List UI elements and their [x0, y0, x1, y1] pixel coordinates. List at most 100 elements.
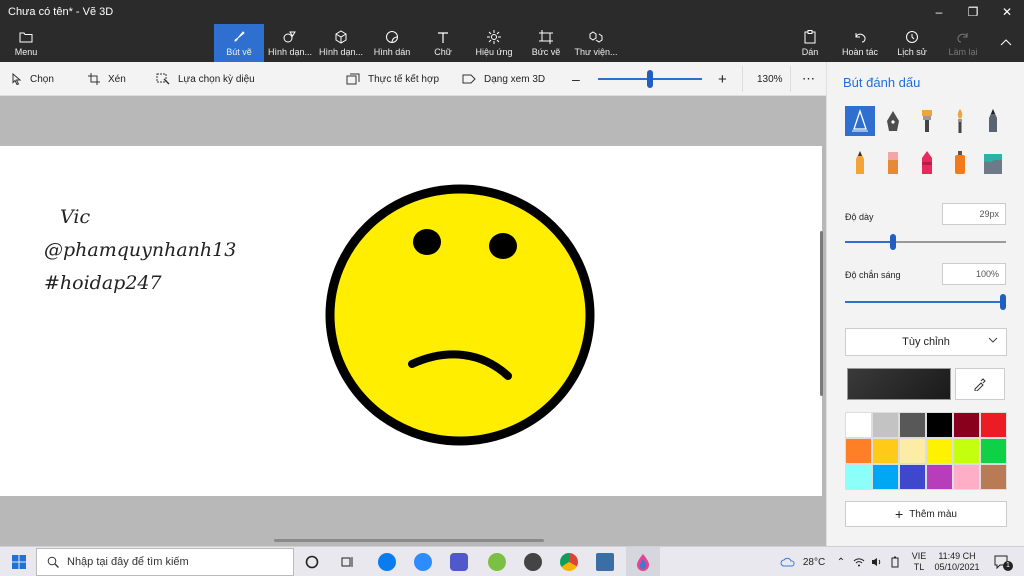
restore-button[interactable]: ❐ — [956, 0, 990, 24]
canvas-icon — [539, 29, 553, 45]
color-swatch[interactable] — [926, 438, 953, 464]
canvas-workspace[interactable]: Vic @phamquynhanh13 #hoidap247 — [0, 96, 826, 546]
tool-effects[interactable]: Hiệu ứng — [472, 24, 516, 62]
tool-label: Thư viện... — [574, 47, 618, 57]
opacity-input[interactable]: 100% — [942, 263, 1006, 285]
texture-dropdown[interactable]: Tùy chỉnh — [845, 328, 1007, 356]
thickness-input[interactable]: 29px — [942, 203, 1006, 225]
color-swatch[interactable] — [926, 464, 953, 490]
clock[interactable]: 11:49 CH 05/10/2021 — [932, 547, 982, 576]
color-swatch[interactable] — [845, 412, 872, 438]
view-3d-button[interactable]: Dạng xem 3D — [462, 62, 545, 96]
drawing-canvas[interactable]: Vic @phamquynhanh13 #hoidap247 — [0, 146, 822, 496]
crayon-brush[interactable] — [912, 148, 942, 178]
color-swatch[interactable] — [872, 412, 899, 438]
opacity-slider-thumb[interactable] — [1000, 294, 1006, 310]
color-swatch[interactable] — [899, 438, 926, 464]
spray-can-brush[interactable] — [945, 148, 975, 178]
battery-icon[interactable] — [888, 547, 902, 576]
add-color-button[interactable]: + Thêm màu — [845, 501, 1007, 527]
color-swatch[interactable] — [872, 438, 899, 464]
taskbar-app-emoji[interactable] — [522, 547, 544, 576]
more-options-button[interactable]: ⋯ — [802, 62, 815, 96]
tool-3d-library[interactable]: Thư viện... — [572, 24, 620, 62]
pixel-pen-brush[interactable] — [978, 106, 1008, 136]
start-button[interactable] — [8, 547, 30, 576]
tool-text[interactable]: Chữ — [424, 24, 462, 62]
taskbar-search[interactable]: Nhập tại đây để tìm kiếm — [36, 548, 294, 576]
close-button[interactable]: ✕ — [990, 0, 1024, 24]
tool-3d-shapes[interactable]: Hình dạn... — [316, 24, 366, 62]
menu-button[interactable]: Menu — [6, 24, 46, 62]
eyedropper-button[interactable] — [955, 368, 1005, 400]
vertical-scrollbar[interactable] — [820, 231, 823, 396]
pencil-brush[interactable] — [845, 148, 875, 178]
tool-stickers[interactable]: Hình dán — [370, 24, 414, 62]
history-button[interactable]: Lịch sử — [892, 24, 932, 62]
taskbar-app-zalo[interactable] — [376, 547, 398, 576]
color-swatch[interactable] — [926, 412, 953, 438]
undo-button[interactable]: Hoàn tác — [838, 24, 882, 62]
notification-center-button[interactable]: 1 — [990, 547, 1013, 576]
cortana-button[interactable] — [302, 547, 322, 576]
tool-2d-shapes[interactable]: Hình dạn... — [266, 24, 314, 62]
undo-label[interactable]: Hoàn tác — [842, 47, 878, 57]
volume-icon[interactable] — [870, 547, 884, 576]
color-swatch[interactable] — [980, 412, 1007, 438]
color-swatch[interactable] — [980, 438, 1007, 464]
thickness-slider-thumb[interactable] — [890, 234, 896, 250]
zoom-percent[interactable]: 130% — [757, 62, 783, 96]
zoom-out-button[interactable]: – — [572, 62, 580, 96]
taskbar-app-teams[interactable] — [448, 547, 470, 576]
fill-bucket-brush[interactable] — [978, 148, 1008, 178]
oil-brush[interactable] — [912, 106, 942, 136]
tool-canvas[interactable]: Bức vẽ — [524, 24, 568, 62]
mixed-reality-button[interactable]: Thực tế kết hợp — [346, 62, 439, 96]
magic-select-button[interactable]: Lựa chọn kỳ diệu — [156, 62, 255, 96]
current-color-swatch[interactable] — [847, 368, 951, 400]
eyedropper-icon — [974, 378, 986, 391]
taskbar-app-zoom[interactable] — [412, 547, 434, 576]
collapse-ribbon-button[interactable] — [994, 24, 1018, 62]
color-swatch[interactable] — [953, 464, 980, 490]
taskbar-app-chrome[interactable] — [558, 547, 580, 576]
input-language[interactable]: VIE TL — [906, 547, 932, 576]
zoom-slider-thumb[interactable] — [647, 70, 653, 88]
thickness-slider[interactable] — [845, 241, 1006, 243]
tool-brushes[interactable]: Bút vẽ — [214, 24, 264, 62]
paint3d-icon — [637, 554, 649, 571]
redo-button[interactable]: Làm lại — [942, 24, 984, 62]
weather-temperature[interactable]: 28°C — [800, 547, 828, 576]
toolbar: Chọn Xén Lựa chọn kỳ diệu Thực tế kết hợ… — [0, 62, 826, 96]
color-swatch[interactable] — [845, 438, 872, 464]
face-app-icon — [524, 553, 542, 571]
tray-chevron-up-icon[interactable]: ⌃ — [834, 547, 848, 576]
color-swatch[interactable] — [899, 464, 926, 490]
sad-face-drawing — [325, 184, 595, 446]
watercolor-brush[interactable] — [945, 106, 975, 136]
wifi-icon[interactable] — [852, 547, 866, 576]
zoom-in-button[interactable]: + — [718, 62, 727, 96]
weather-icon[interactable] — [778, 547, 798, 576]
calligraphy-pen-brush[interactable] — [878, 106, 908, 136]
chrome-icon — [560, 553, 578, 571]
taskbar-app-coc-coc[interactable] — [486, 547, 508, 576]
color-swatch[interactable] — [953, 412, 980, 438]
minimize-button[interactable]: – — [922, 0, 956, 24]
color-swatch[interactable] — [980, 464, 1007, 490]
color-swatch[interactable] — [872, 464, 899, 490]
horizontal-scrollbar[interactable] — [274, 539, 544, 542]
marker-icon — [852, 109, 868, 132]
paste-button[interactable]: Dán — [794, 24, 826, 62]
taskbar-app-paint3d[interactable] — [626, 547, 660, 576]
task-view-button[interactable] — [338, 547, 358, 576]
color-swatch[interactable] — [899, 412, 926, 438]
crop-button[interactable]: Xén — [88, 62, 126, 96]
color-swatch[interactable] — [845, 464, 872, 490]
opacity-slider[interactable] — [845, 301, 1006, 303]
taskbar-app-calculator[interactable] — [594, 547, 616, 576]
color-swatch[interactable] — [953, 438, 980, 464]
marker-brush[interactable] — [845, 106, 875, 136]
eraser-brush[interactable] — [878, 148, 908, 178]
select-button[interactable]: Chọn — [12, 62, 54, 96]
